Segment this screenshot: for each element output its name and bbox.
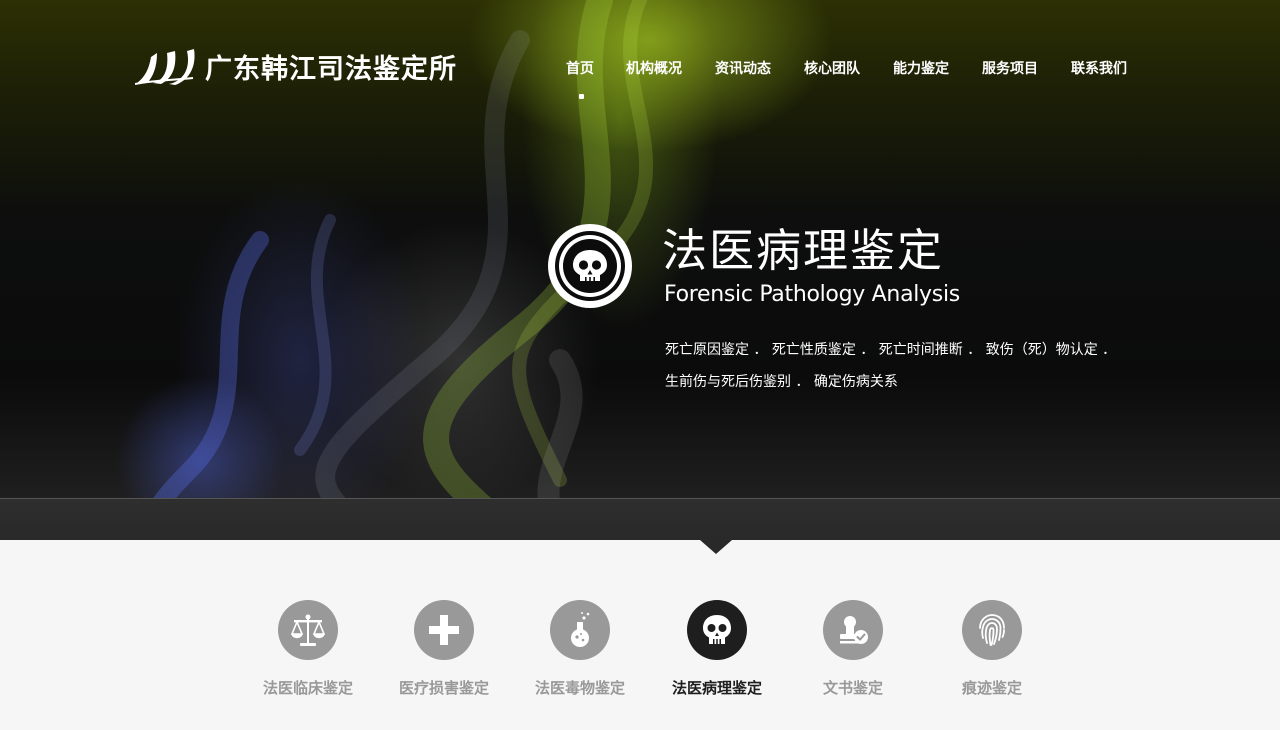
service-label: 医疗损害鉴定 [398, 679, 489, 697]
feature-description-line-2: 生前伤与死后伤鉴别 ． 确定伤病关系 [665, 374, 898, 390]
nav-item-about[interactable]: 机构概况 [626, 58, 682, 78]
nav-item-news[interactable]: 资讯动态 [715, 58, 771, 78]
nav-item-home[interactable]: 首页 [566, 58, 594, 78]
feature-description-line-1: 死亡原因鉴定 ． 死亡性质鉴定 ． 死亡时间推断 ． 致伤（死）物认定 ． [665, 342, 1117, 358]
service-icon-circle [414, 600, 474, 660]
skull-icon [703, 615, 731, 644]
service-icon-circle [962, 600, 1022, 660]
service-medical-damage[interactable]: 医疗损害鉴定 [384, 600, 504, 698]
service-list: 法医临床鉴定 医疗损害鉴定 法医毒物鉴定 法医病理鉴定 文书鉴定 痕迹鉴定 [0, 540, 1280, 730]
skull-icon [548, 224, 632, 308]
hero-bottom-strip [0, 498, 1280, 540]
service-label: 法医病理鉴定 [671, 679, 762, 697]
service-label: 痕迹鉴定 [961, 679, 1022, 697]
service-document[interactable]: 文书鉴定 [793, 600, 913, 698]
service-forensic-pathology[interactable]: 法医病理鉴定 [657, 600, 777, 698]
service-icon-circle [550, 600, 610, 660]
service-forensic-toxicology[interactable]: 法医毒物鉴定 [520, 600, 640, 698]
service-icon-circle [278, 600, 338, 660]
feature-subtitle: Forensic Pathology Analysis [664, 282, 960, 307]
feature-title: 法医病理鉴定 [662, 224, 945, 277]
service-trace[interactable]: 痕迹鉴定 [932, 600, 1052, 698]
fingerprint-icon [979, 614, 1005, 646]
scales-icon [290, 614, 326, 646]
nav-item-team[interactable]: 核心团队 [804, 58, 860, 78]
nav-item-capability[interactable]: 能力鉴定 [893, 58, 949, 78]
medical-cross-icon [429, 615, 459, 645]
nav-item-contact[interactable]: 联系我们 [1071, 58, 1127, 78]
nav-active-indicator [579, 94, 584, 99]
document-seal-icon [840, 616, 868, 644]
service-label: 文书鉴定 [822, 679, 883, 697]
service-label: 法医毒物鉴定 [534, 679, 625, 697]
feature-description: 死亡原因鉴定 ． 死亡性质鉴定 ． 死亡时间推断 ． 致伤（死）物认定 ． 生前… [665, 334, 1145, 398]
service-icon-circle [823, 600, 883, 660]
site-logo[interactable]: 广东韩江司法鉴定所 [135, 46, 457, 86]
brand-name: 广东韩江司法鉴定所 [205, 53, 457, 85]
nav-item-services[interactable]: 服务项目 [982, 58, 1038, 78]
service-label: 法医临床鉴定 [262, 679, 353, 697]
service-forensic-clinical[interactable]: 法医临床鉴定 [248, 600, 368, 698]
service-icon-circle [687, 600, 747, 660]
flask-icon [571, 612, 590, 647]
hj-swoosh-logo-icon [135, 49, 195, 85]
